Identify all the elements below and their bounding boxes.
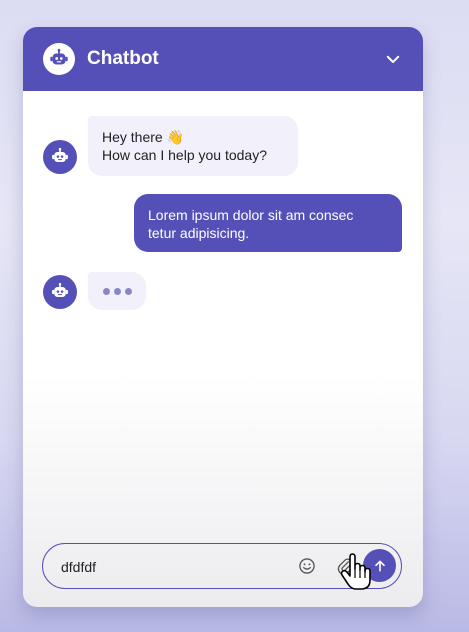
robot-icon (43, 43, 75, 75)
bot-avatar (43, 140, 77, 174)
typing-dot (124, 287, 132, 295)
robot-icon (52, 282, 68, 297)
bot-avatar (43, 275, 77, 309)
smiley-icon (299, 558, 315, 574)
typing-dot (102, 287, 110, 295)
message-text-line: Hey there 👋 (102, 129, 185, 145)
chat-header: Chatbot (23, 27, 423, 91)
chevron-down-icon (386, 55, 400, 63)
message-input[interactable] (59, 554, 293, 580)
bot-message-bubble: Hey there 👋 How can I help you today? (88, 116, 298, 176)
typing-indicator (88, 272, 146, 310)
arrow-up-icon (374, 560, 385, 571)
message-text-line: Lorem ipsum dolor sit am consec (148, 207, 354, 223)
emoji-button[interactable] (297, 556, 317, 576)
typing-dot (113, 287, 121, 295)
message-text-line: tetur adipisicing. (148, 225, 250, 241)
hand-cursor-icon (340, 553, 371, 590)
chatbot-window: Chatbot Hey there 👋 How can I help you t… (23, 27, 423, 607)
chatbot-title: Chatbot (87, 48, 159, 69)
robot-icon (52, 147, 68, 162)
message-text-line: How can I help you today? (102, 147, 267, 163)
user-message-bubble: Lorem ipsum dolor sit am consec tetur ad… (134, 194, 402, 252)
collapse-button[interactable] (379, 45, 407, 73)
